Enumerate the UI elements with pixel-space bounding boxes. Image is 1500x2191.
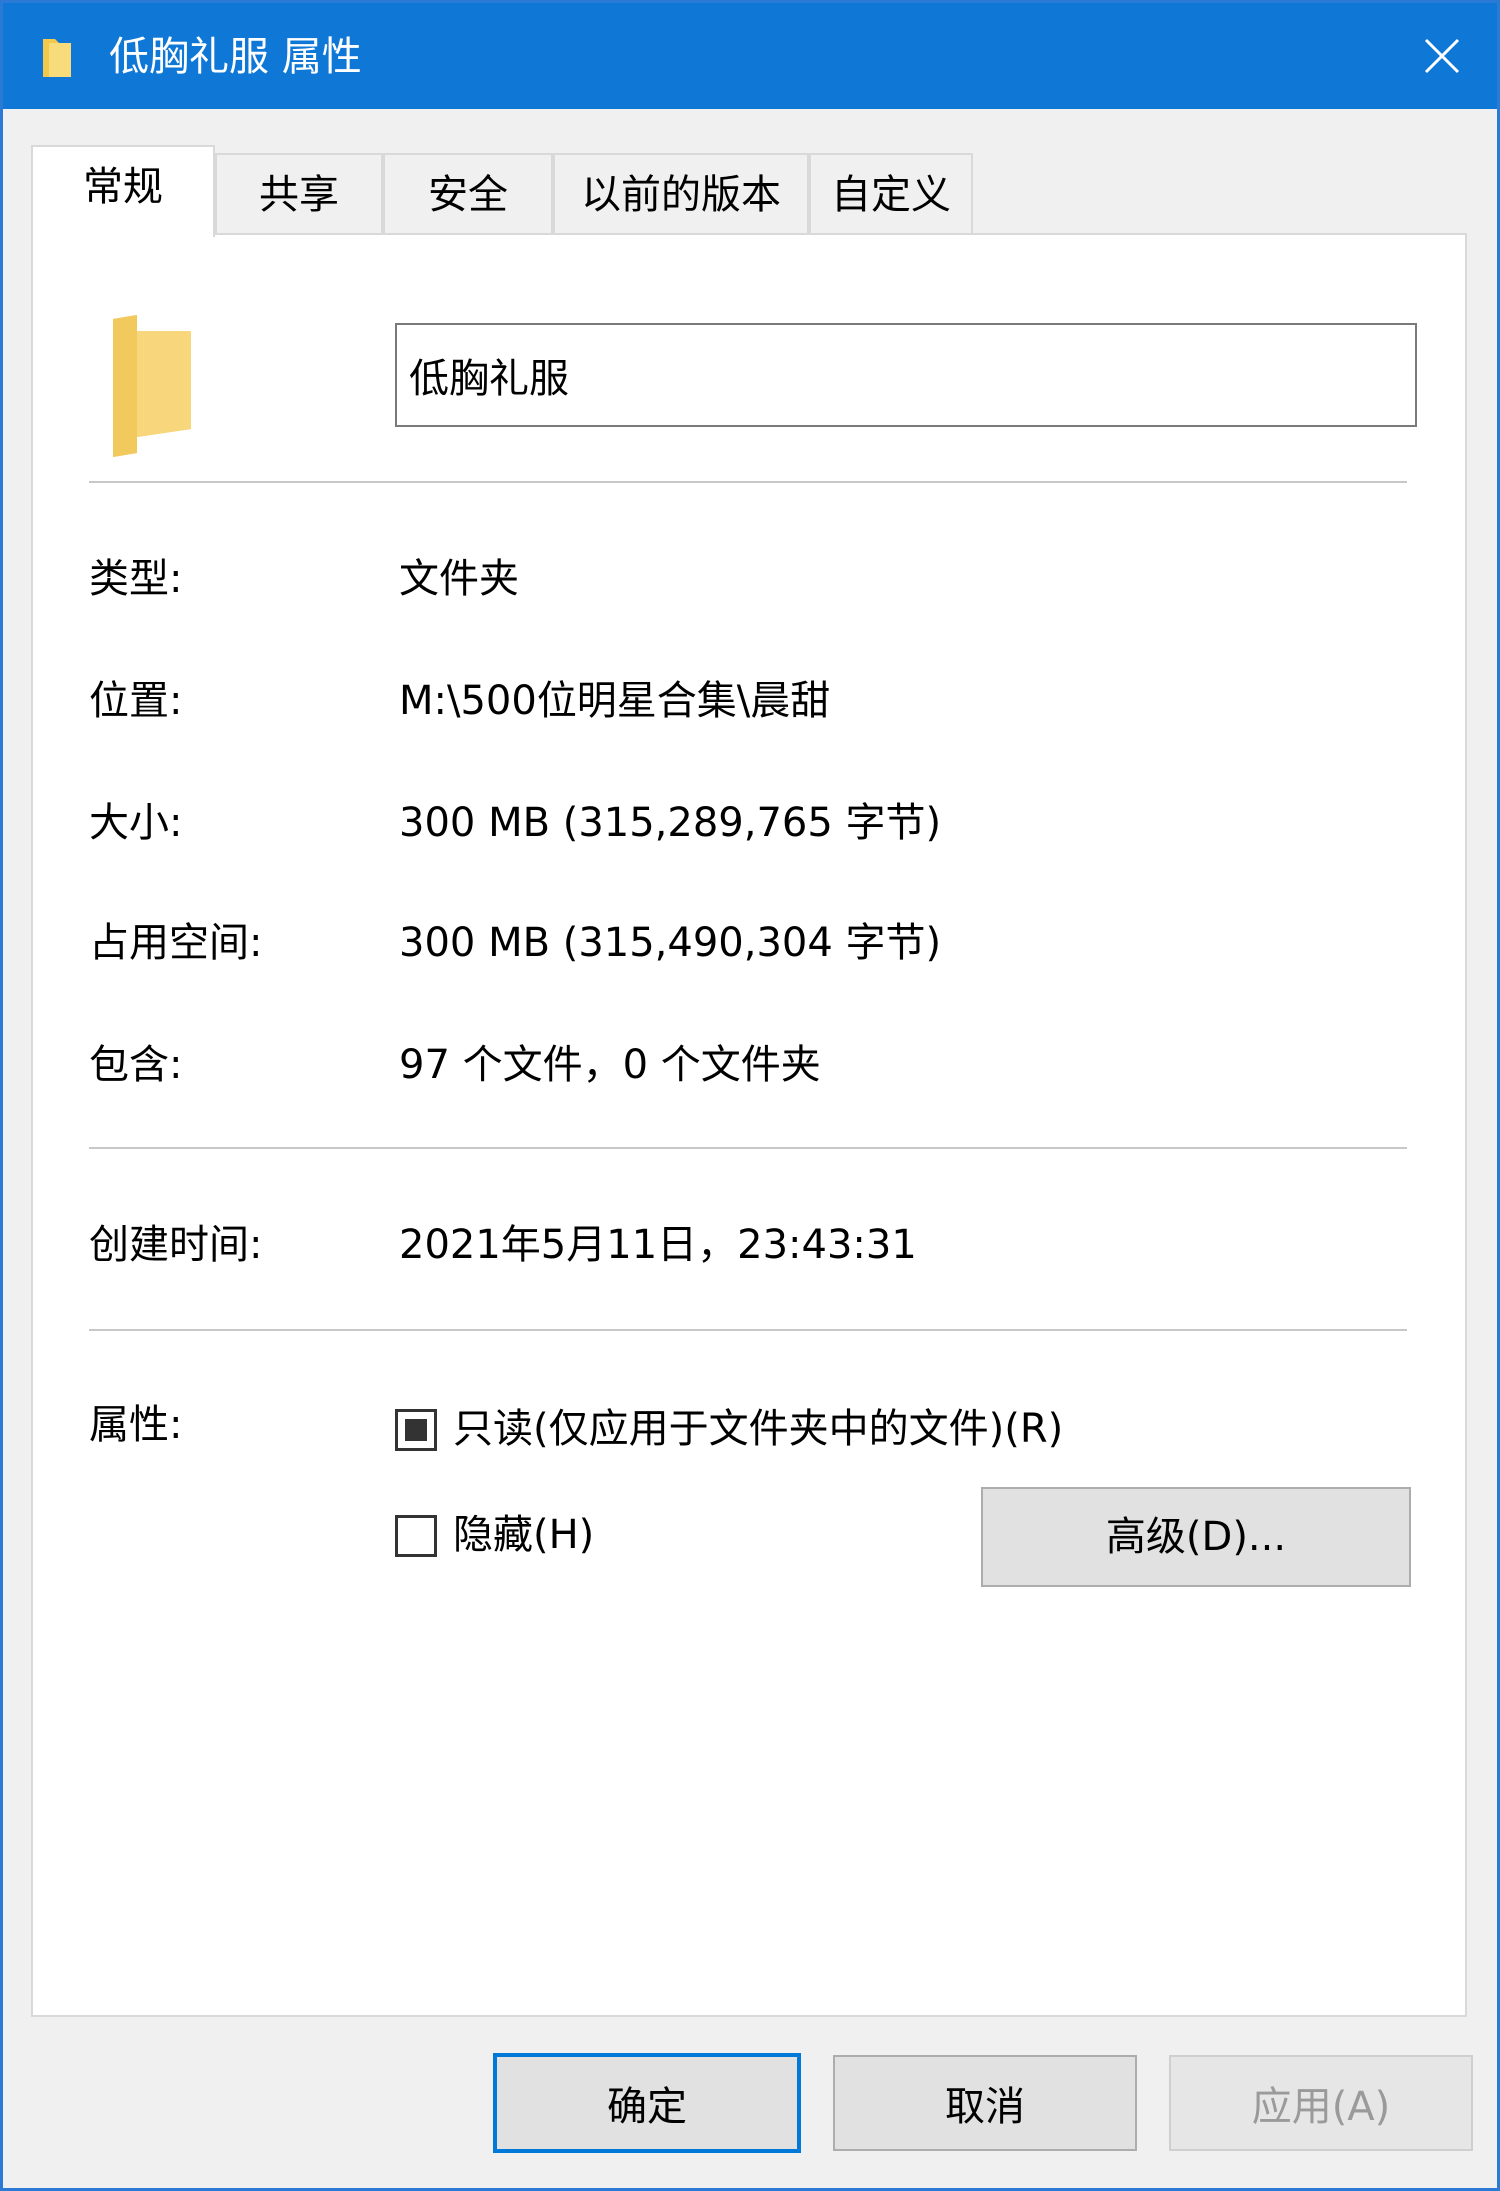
tab-sharing[interactable]: 共享 [215,153,383,235]
hidden-label[interactable]: 隐藏(H) [453,1507,594,1563]
type-value: 文件夹 [399,556,519,602]
hidden-checkbox[interactable] [395,1515,437,1557]
window-title: 低胸礼服 属性 [109,34,362,80]
attributes-label: 属性: [89,1402,183,1448]
folder-icon [43,39,71,77]
size-label: 大小: [89,800,183,846]
created-value: 2021年5月11日，23:43:31 [399,1222,917,1268]
tab-general[interactable]: 常规 [31,145,215,237]
created-label: 创建时间: [89,1222,263,1268]
tab-previous-versions[interactable]: 以前的版本 [553,153,809,235]
location-value: M:\500位明星合集\晨甜 [399,678,831,724]
tab-customize[interactable]: 自定义 [809,153,973,235]
contains-label: 包含: [89,1042,183,1088]
size-value: 300 MB (315,289,765 字节) [399,800,942,846]
tab-security[interactable]: 安全 [383,153,553,235]
location-label: 位置: [89,678,183,724]
readonly-label[interactable]: 只读(仅应用于文件夹中的文件)(R) [453,1401,1063,1457]
folder-name-input[interactable] [395,323,1417,427]
advanced-button[interactable]: 高级(D)... [981,1487,1411,1587]
readonly-checkbox[interactable] [395,1409,437,1451]
general-panel: 类型: 文件夹 位置: M:\500位明星合集\晨甜 大小: 300 MB (3… [31,233,1467,2017]
close-icon [1424,38,1460,74]
divider [89,1147,1407,1149]
ok-button[interactable]: 确定 [493,2053,801,2153]
divider [89,481,1407,483]
type-label: 类型: [89,556,183,602]
apply-button[interactable]: 应用(A) [1169,2055,1473,2151]
folder-icon [113,315,191,457]
contains-value: 97 个文件，0 个文件夹 [399,1042,821,1088]
disk-size-label: 占用空间: [89,920,263,966]
close-button[interactable] [1387,3,1497,109]
properties-window: 低胸礼服 属性 常规 共享 安全 以前的版本 自定义 类型: 文件夹 位置: M… [0,0,1500,2191]
indeterminate-mark [405,1419,427,1441]
cancel-button[interactable]: 取消 [833,2055,1137,2151]
title-bar[interactable]: 低胸礼服 属性 [3,3,1497,109]
disk-size-value: 300 MB (315,490,304 字节) [399,920,942,966]
divider [89,1329,1407,1331]
